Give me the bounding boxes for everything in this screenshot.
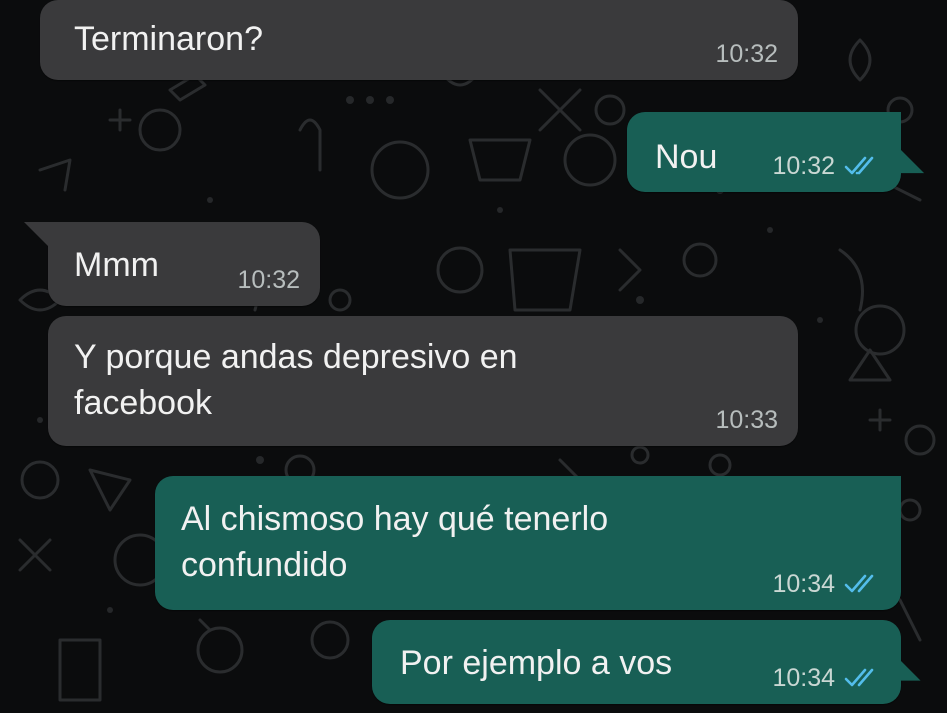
message-bubble-incoming[interactable]: Mmm 10:32 <box>48 222 320 306</box>
message-meta: 10:34 <box>772 570 881 598</box>
message-timestamp: 10:32 <box>772 152 835 180</box>
message-text: Y porque andas depresivo en <box>74 338 518 376</box>
message-text: confundido <box>181 546 348 584</box>
message-timestamp: 10:34 <box>772 570 835 598</box>
double-check-read-icon <box>844 574 874 593</box>
message-timestamp: 10:34 <box>772 664 835 692</box>
message-meta: 10:33 <box>715 406 778 434</box>
message-text: Mmm <box>74 246 159 284</box>
message-timestamp: 10:32 <box>237 266 300 294</box>
message-bubble-outgoing[interactable]: Por ejemplo a vos 10:34 <box>372 620 901 704</box>
message-bubble-outgoing[interactable]: Nou 10:32 <box>627 112 901 192</box>
message-text: facebook <box>74 384 212 422</box>
message-timestamp: 10:32 <box>715 40 778 68</box>
outgoing-bubble-tail <box>900 149 925 174</box>
message-bubble-outgoing[interactable]: Al chismoso hay qué tenerlo confundido 1… <box>155 476 901 610</box>
double-check-read-icon <box>844 668 874 687</box>
message-timestamp: 10:33 <box>715 406 778 434</box>
message-bubble-incoming[interactable]: Terminaron? 10:32 <box>40 0 798 80</box>
outgoing-bubble-tail <box>900 660 921 681</box>
message-meta: 10:32 <box>715 40 778 68</box>
incoming-bubble-tail <box>24 222 49 247</box>
message-bubble-incoming[interactable]: Y porque andas depresivo en facebook 10:… <box>48 316 798 446</box>
message-text: Nou <box>655 138 718 176</box>
message-meta: 10:32 <box>237 266 300 294</box>
chat-messages-area: Terminaron? 10:32 Nou 10:32 Mmm 10:32 Y … <box>0 0 947 713</box>
message-text: Terminaron? <box>74 20 263 58</box>
message-meta: 10:34 <box>772 664 881 692</box>
message-meta: 10:32 <box>772 152 881 180</box>
message-text: Al chismoso hay qué tenerlo <box>181 500 609 538</box>
double-check-read-icon <box>844 156 874 175</box>
message-text: Por ejemplo a vos <box>400 644 673 682</box>
